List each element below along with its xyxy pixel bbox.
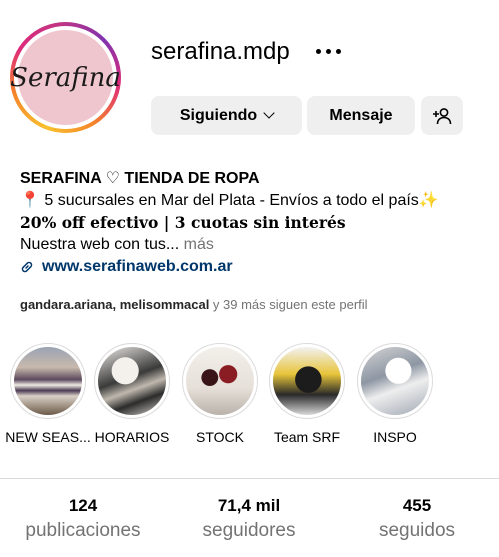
chevron-down-icon [263,107,275,119]
message-button[interactable]: Mensaje [307,96,415,135]
profile-bio: SERAFINA ♡ TIENDA DE ROPA 📍 5 sucursales… [20,168,490,278]
stat-posts[interactable]: 124 publicaciones [3,496,163,542]
avatar[interactable]: Serafina [10,30,121,125]
bio-line-web: Nuestra web con tus... más [20,234,490,256]
highlight-thumbnail [14,347,82,415]
highlight-ring [182,343,258,419]
highlight-label: NEW SEAS... [5,429,91,445]
profile-avatar-ring[interactable]: Serafina [10,22,121,133]
stat-label: seguidores [202,520,296,541]
stat-following[interactable]: 455 seguidos [337,496,497,542]
more-options-button[interactable] [312,40,344,62]
highlight-item[interactable]: HORARIOS [84,343,180,445]
avatar-gap: Serafina [10,26,121,129]
stat-followers[interactable]: 71,4 mil seguidores [169,496,329,542]
highlight-ring [357,343,433,419]
highlight-label: Team SRF [273,429,341,445]
highlight-thumbnail [98,347,166,415]
bio-line-promo: 20% off efectivo | 3 cuotas sin interés [20,213,346,232]
bio-line-branches: 📍 5 sucursales en Mar del Plata - Envíos… [20,192,439,209]
highlight-ring [94,343,170,419]
more-dot-icon [315,48,321,54]
highlight-item[interactable]: INSPO [347,343,443,445]
following-label: Siguiendo [179,106,258,124]
followed-by-users[interactable]: gandara.ariana, melisommacal [20,297,209,312]
highlight-item[interactable]: Team SRF [259,343,355,445]
highlight-thumbnail [361,347,429,415]
more-dot-icon [325,48,331,54]
highlight-ring [269,343,345,419]
stat-value: 455 [402,496,432,515]
bio-truncated-text: Nuestra web con tus... [20,236,180,253]
highlight-label: INSPO [373,429,417,445]
following-button[interactable]: Siguiendo [151,96,302,135]
profile-display-name: SERAFINA ♡ TIENDA DE ROPA [20,170,260,187]
website-url: www.serafinaweb.com.ar [42,258,233,275]
highlight-ring [10,343,86,419]
highlight-label: STOCK [196,429,244,445]
highlight-item[interactable]: STOCK [172,343,268,445]
highlight-thumbnail [186,347,254,415]
stat-label: publicaciones [25,520,141,541]
more-dot-icon [335,48,341,54]
suggest-people-button[interactable] [421,96,463,135]
username: serafina.mdp [151,38,290,65]
followed-by[interactable]: gandara.ariana, melisommacal y 39 más si… [20,297,368,312]
highlight-item[interactable]: NEW SEAS... [0,343,96,445]
highlight-thumbnail [273,347,341,415]
stat-value: 71,4 mil [217,496,281,515]
stat-value: 124 [68,496,98,515]
add-user-icon [433,107,452,124]
message-label: Mensaje [329,106,393,124]
stat-label: seguidos [378,520,456,541]
highlight-label: HORARIOS [94,429,170,445]
followed-by-rest: y 39 más siguen este perfil [209,297,368,312]
stats-divider [0,478,499,479]
link-icon [21,261,33,273]
bio-more-link[interactable]: más [184,236,214,253]
profile-website-link[interactable]: www.serafinaweb.com.ar [20,256,490,278]
